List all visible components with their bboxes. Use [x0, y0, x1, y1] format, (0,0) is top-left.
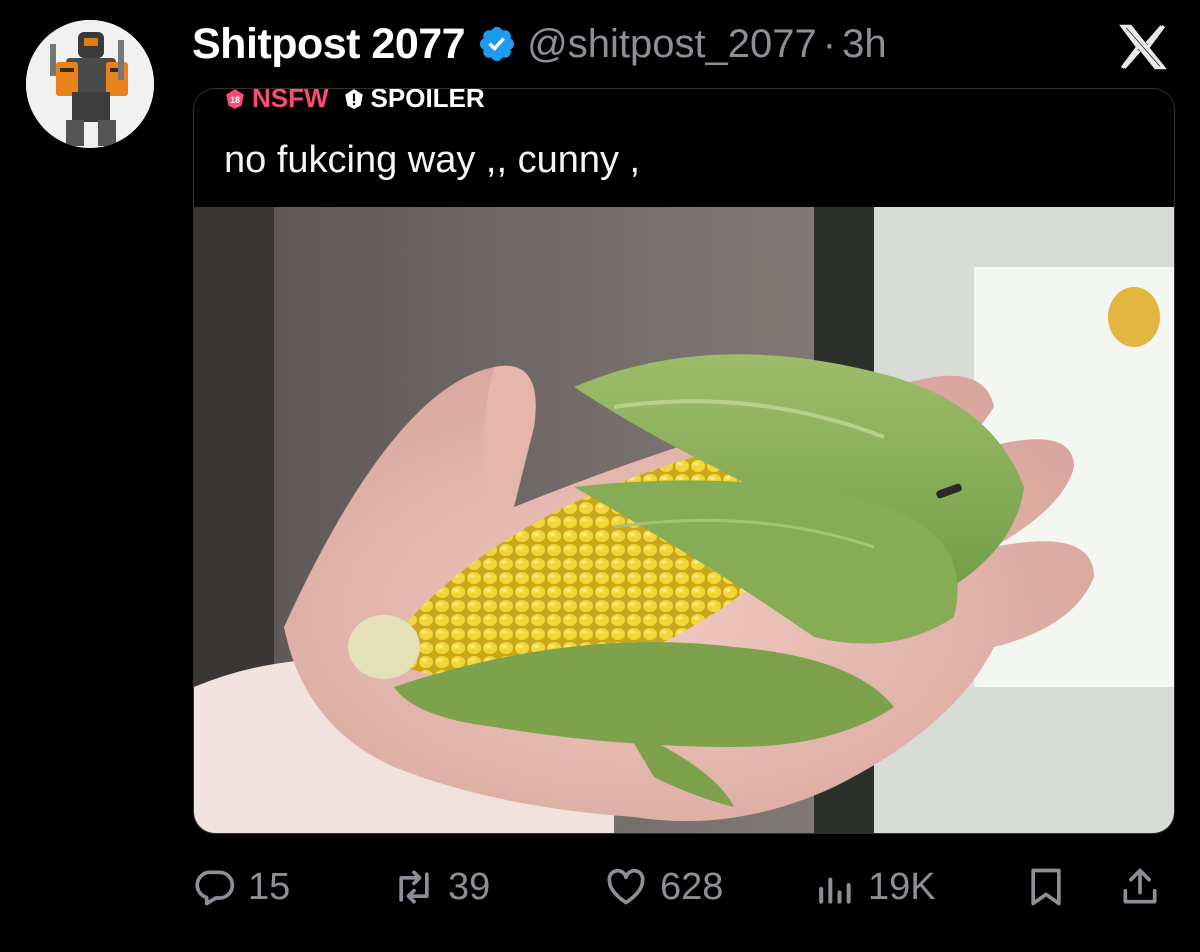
views-button[interactable]: 19K	[812, 862, 936, 912]
share-button[interactable]	[1118, 862, 1162, 912]
svg-text:18: 18	[230, 94, 240, 104]
like-button[interactable]: 628	[604, 862, 723, 912]
avatar[interactable]	[26, 20, 154, 148]
reply-button[interactable]: 15	[192, 862, 290, 912]
corn-plush-photo	[194, 207, 1174, 833]
separator-dot: ·	[822, 21, 837, 66]
bookmark-icon	[1031, 868, 1061, 906]
robot-avatar-image	[26, 20, 154, 148]
repost-button[interactable]: 39	[392, 862, 490, 912]
share-icon	[1123, 868, 1157, 904]
display-name[interactable]: Shitpost 2077	[192, 20, 466, 69]
reply-icon	[195, 870, 235, 906]
view-count: 19K	[868, 865, 936, 908]
meme-caption: no fukcing way ,, cunny ,	[224, 139, 641, 181]
nsfw-18-icon: 18	[226, 89, 244, 109]
repost-count: 39	[448, 865, 491, 908]
heart-icon	[607, 868, 645, 905]
handle[interactable]: @shitpost_2077	[527, 22, 817, 67]
content-tags: 18 NSFW SPOILER	[224, 88, 485, 114]
spoiler-tag: SPOILER	[343, 88, 485, 114]
bookmark-button[interactable]	[1024, 862, 1068, 912]
meme-caption-area: 18 NSFW SPOILER no fukcing way ,, cunny …	[194, 89, 1174, 207]
spoiler-icon	[344, 89, 363, 109]
analytics-icon	[819, 877, 851, 904]
like-count: 628	[660, 865, 724, 908]
reply-count: 15	[248, 865, 291, 908]
post-time[interactable]: 3h	[842, 22, 887, 67]
post-header: Shitpost 2077 @shitpost_2077 · 3h	[192, 16, 887, 72]
x-logo-icon	[1119, 24, 1167, 70]
verified-badge-icon	[480, 26, 515, 62]
spoiler-label: SPOILER	[370, 88, 485, 113]
nsfw-tag: 18 NSFW	[224, 88, 329, 114]
action-bar: 15 39 628 19K	[192, 862, 1172, 912]
media-card[interactable]: 18 NSFW SPOILER no fukcing way ,, cunny …	[193, 88, 1175, 834]
repost-icon	[399, 870, 429, 904]
nsfw-label: NSFW	[252, 88, 329, 113]
